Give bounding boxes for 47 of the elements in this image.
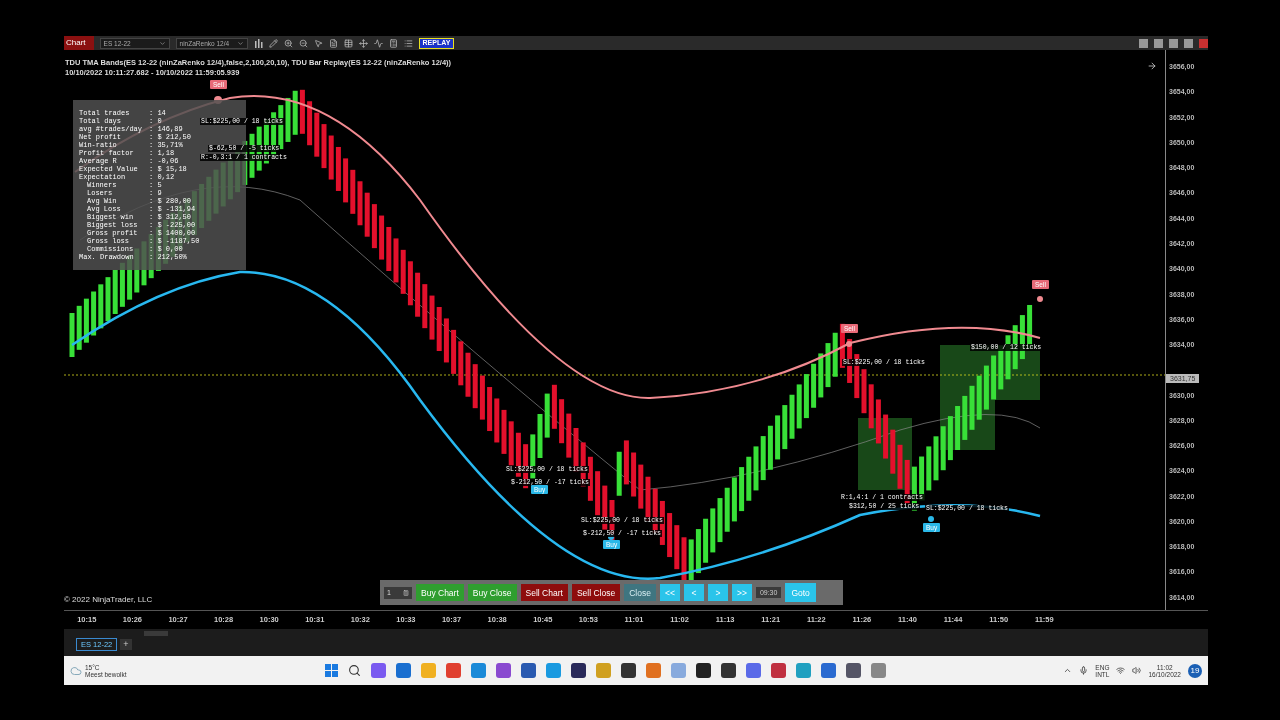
minimize-button[interactable] — [1169, 38, 1178, 48]
pointer-icon[interactable] — [313, 38, 323, 48]
app-icon[interactable] — [371, 663, 386, 678]
arrow-right-icon[interactable] — [1147, 61, 1157, 71]
chart-tab[interactable]: Chart — [64, 36, 94, 50]
chevron-up-icon[interactable] — [1063, 666, 1073, 675]
restore-button[interactable] — [1184, 38, 1193, 48]
replay-button[interactable]: Sell Close — [571, 584, 621, 601]
app-icon[interactable] — [396, 663, 411, 678]
move-icon[interactable] — [358, 38, 368, 48]
zoom-in-icon[interactable] — [283, 38, 293, 48]
search-icon[interactable] — [348, 664, 361, 677]
chevron-down-icon — [158, 39, 166, 47]
add-tab-button[interactable]: + — [120, 638, 132, 650]
scrollbar-thumb[interactable] — [144, 630, 168, 636]
microphone-icon[interactable] — [1079, 666, 1089, 675]
line-chart-icon[interactable] — [373, 38, 383, 48]
copyright: © 2022 NinjaTrader, LLC — [64, 595, 153, 604]
speaker-icon[interactable] — [1132, 666, 1142, 675]
bar-chart-icon[interactable] — [253, 38, 263, 48]
notification-badge[interactable]: 19 — [1188, 663, 1202, 678]
close-button[interactable] — [1199, 38, 1208, 48]
calculator-icon[interactable] — [403, 589, 409, 596]
app-icon[interactable] — [496, 663, 511, 678]
app-icon[interactable] — [771, 663, 786, 678]
pencil-icon[interactable] — [268, 38, 278, 48]
calculator-icon[interactable] — [388, 38, 398, 48]
app-icon[interactable] — [696, 663, 711, 678]
app-icon[interactable] — [521, 663, 536, 678]
chevron-down-icon — [236, 39, 244, 47]
app-icon[interactable] — [821, 663, 836, 678]
list-icon[interactable] — [403, 38, 413, 48]
app-icon[interactable] — [846, 663, 861, 678]
entry-dot — [928, 516, 934, 522]
entry-dot — [846, 341, 852, 347]
app-icon[interactable] — [621, 663, 636, 678]
table-icon[interactable] — [343, 38, 353, 48]
app-icon[interactable] — [721, 663, 736, 678]
wifi-icon[interactable] — [1116, 666, 1126, 675]
cloud-icon[interactable] — [70, 664, 82, 677]
zoom-out-icon[interactable] — [298, 38, 308, 48]
app-icon[interactable] — [746, 663, 761, 678]
replay-button[interactable]: Sell Chart — [520, 584, 568, 601]
windows-logo-icon[interactable] — [325, 664, 338, 677]
entry-dot — [1037, 296, 1043, 302]
document-icon[interactable] — [328, 38, 338, 48]
app-icon[interactable] — [571, 663, 586, 678]
